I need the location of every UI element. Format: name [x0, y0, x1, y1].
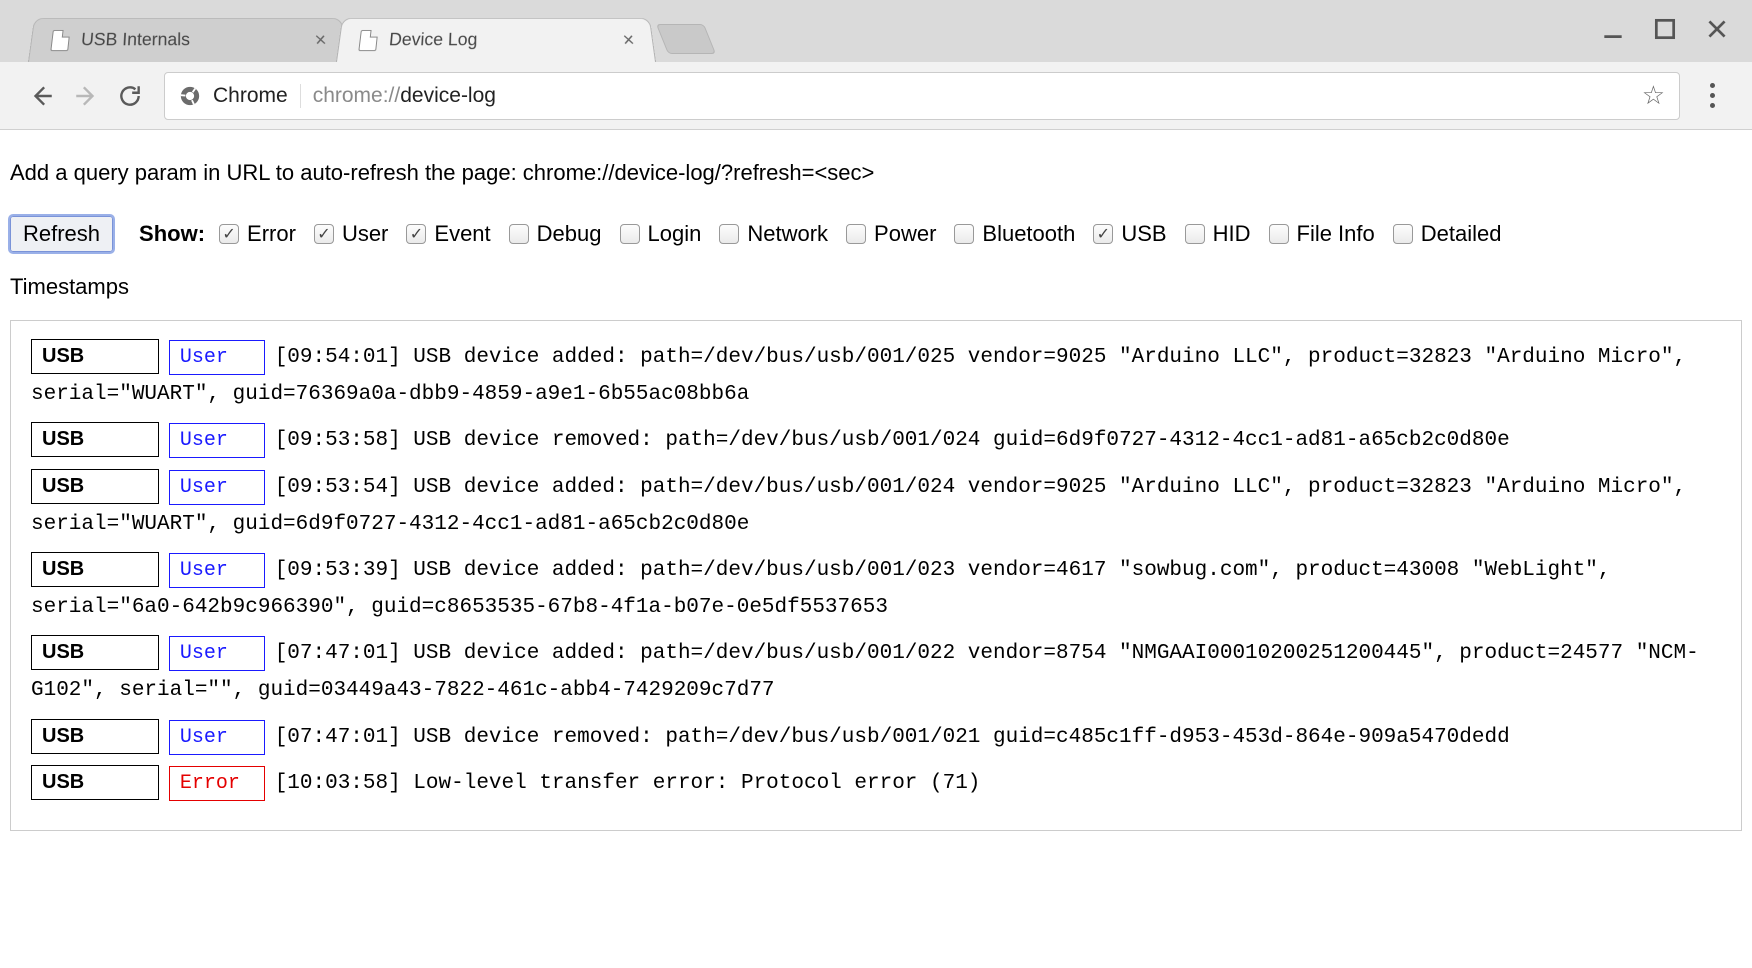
filter-detailed-timestamps[interactable]: Detailed — [1393, 221, 1502, 247]
page-icon — [50, 29, 70, 50]
window-minimize-button[interactable] — [1600, 16, 1626, 46]
checkbox-icon — [1093, 224, 1113, 244]
log-type-tag: USB — [31, 719, 159, 754]
log-entry: USB User [09:53:58] USB device removed: … — [31, 422, 1721, 459]
log-message: [07:47:01] USB device added: path=/dev/b… — [31, 642, 1699, 702]
site-info-icon[interactable] — [179, 85, 201, 107]
tab-usb-internals[interactable]: USB Internals × — [28, 18, 348, 62]
window-close-button[interactable] — [1704, 16, 1730, 46]
filter-bluetooth[interactable]: Bluetooth — [954, 221, 1075, 247]
filter-label: Network — [747, 221, 828, 247]
log-type-tag: USB — [31, 469, 159, 504]
filter-power[interactable]: Power — [846, 221, 936, 247]
filter-file-info[interactable]: File Info — [1269, 221, 1375, 247]
log-level-tag: User — [169, 470, 265, 505]
checkbox-icon — [1185, 224, 1205, 244]
filter-label: Detailed — [1421, 221, 1502, 247]
log-entry: USB User [09:54:01] USB device added: pa… — [31, 339, 1721, 412]
nav-back-button[interactable] — [20, 74, 64, 118]
log-level-tag: User — [169, 553, 265, 588]
checkbox-icon — [1269, 224, 1289, 244]
filter-usb[interactable]: USB — [1093, 221, 1166, 247]
page-icon — [358, 29, 378, 50]
log-level-tag: User — [169, 636, 265, 671]
tab-title: USB Internals — [80, 30, 190, 50]
window-controls — [1600, 16, 1730, 46]
filter-user[interactable]: User — [314, 221, 388, 247]
log-message: [09:53:39] USB device added: path=/dev/b… — [31, 559, 1611, 619]
filter-network[interactable]: Network — [719, 221, 828, 247]
tab-title: Device Log — [388, 30, 477, 50]
checkbox-icon — [406, 224, 426, 244]
log-type-tag: USB — [31, 422, 159, 457]
page-content: Add a query param in URL to auto-refresh… — [0, 130, 1752, 871]
log-message: [09:53:54] USB device added: path=/dev/b… — [31, 476, 1686, 536]
filter-label: USB — [1121, 221, 1166, 247]
log-level-tag: User — [169, 423, 265, 458]
checkbox-icon — [314, 224, 334, 244]
filter-label: Login — [648, 221, 702, 247]
checkbox-icon — [954, 224, 974, 244]
log-entry: USB User [07:47:01] USB device added: pa… — [31, 635, 1721, 708]
log-type-tag: USB — [31, 635, 159, 670]
log-entry: USB User [07:47:01] USB device removed: … — [31, 719, 1721, 756]
log-message: [07:47:01] USB device removed: path=/dev… — [275, 726, 1510, 749]
chrome-menu-button[interactable] — [1692, 83, 1732, 108]
filter-label: File Info — [1297, 221, 1375, 247]
tab-close-button[interactable]: × — [622, 30, 636, 49]
checkbox-icon — [1393, 224, 1413, 244]
omnibox-url: chrome://device-log — [313, 84, 496, 108]
log-entry: USB User [09:53:54] USB device added: pa… — [31, 469, 1721, 542]
new-tab-button[interactable] — [656, 24, 716, 54]
filter-label: Event — [434, 221, 490, 247]
filter-error[interactable]: Error — [219, 221, 296, 247]
log-entry: USB Error [10:03:58] Low-level transfer … — [31, 765, 1721, 802]
filter-label: Error — [247, 221, 296, 247]
checkbox-icon — [846, 224, 866, 244]
filter-debug[interactable]: Debug — [509, 221, 602, 247]
toolbar: Chrome chrome://device-log ☆ — [0, 62, 1752, 130]
show-label: Show: — [139, 221, 205, 247]
refresh-button[interactable]: Refresh — [10, 216, 113, 252]
filter-label: Bluetooth — [982, 221, 1075, 247]
tab-close-button[interactable]: × — [314, 30, 328, 49]
bookmark-star-icon[interactable]: ☆ — [1642, 80, 1665, 111]
log-message: [09:53:58] USB device removed: path=/dev… — [275, 429, 1510, 452]
checkbox-icon — [219, 224, 239, 244]
log-type-tag: USB — [31, 765, 159, 800]
filter-label: Debug — [537, 221, 602, 247]
log-level-tag: User — [169, 720, 265, 755]
checkbox-icon — [509, 224, 529, 244]
nav-forward-button[interactable] — [64, 74, 108, 118]
filter-login[interactable]: Login — [620, 221, 702, 247]
omnibox[interactable]: Chrome chrome://device-log ☆ — [164, 72, 1680, 120]
detailed-timestamps-label-part2: Timestamps — [10, 274, 129, 300]
omnibox-origin-label: Chrome — [213, 84, 301, 108]
browser-chrome: USB Internals × Device Log × — [0, 0, 1752, 130]
filter-event[interactable]: Event — [406, 221, 490, 247]
log-message: [10:03:58] Low-level transfer error: Pro… — [275, 772, 981, 795]
filter-label: HID — [1213, 221, 1251, 247]
auto-refresh-hint: Add a query param in URL to auto-refresh… — [10, 160, 1742, 186]
checkbox-icon — [620, 224, 640, 244]
log-type-tag: USB — [31, 552, 159, 587]
log-entry: USB User [09:53:39] USB device added: pa… — [31, 552, 1721, 625]
log-container: USB User [09:54:01] USB device added: pa… — [10, 320, 1742, 831]
log-level-tag: User — [169, 340, 265, 375]
log-type-tag: USB — [31, 339, 159, 374]
log-message: [09:54:01] USB device added: path=/dev/b… — [31, 346, 1686, 406]
nav-reload-button[interactable] — [108, 74, 152, 118]
filter-hid[interactable]: HID — [1185, 221, 1251, 247]
log-level-tag: Error — [169, 766, 265, 801]
controls-row: Refresh Show: Error User Event Debug Login Ne… — [10, 216, 1742, 300]
checkbox-icon — [719, 224, 739, 244]
filter-label: Power — [874, 221, 936, 247]
tab-strip: USB Internals × Device Log × — [0, 0, 1752, 62]
tab-device-log[interactable]: Device Log × — [336, 18, 656, 62]
filter-label: User — [342, 221, 388, 247]
window-maximize-button[interactable] — [1652, 16, 1678, 46]
